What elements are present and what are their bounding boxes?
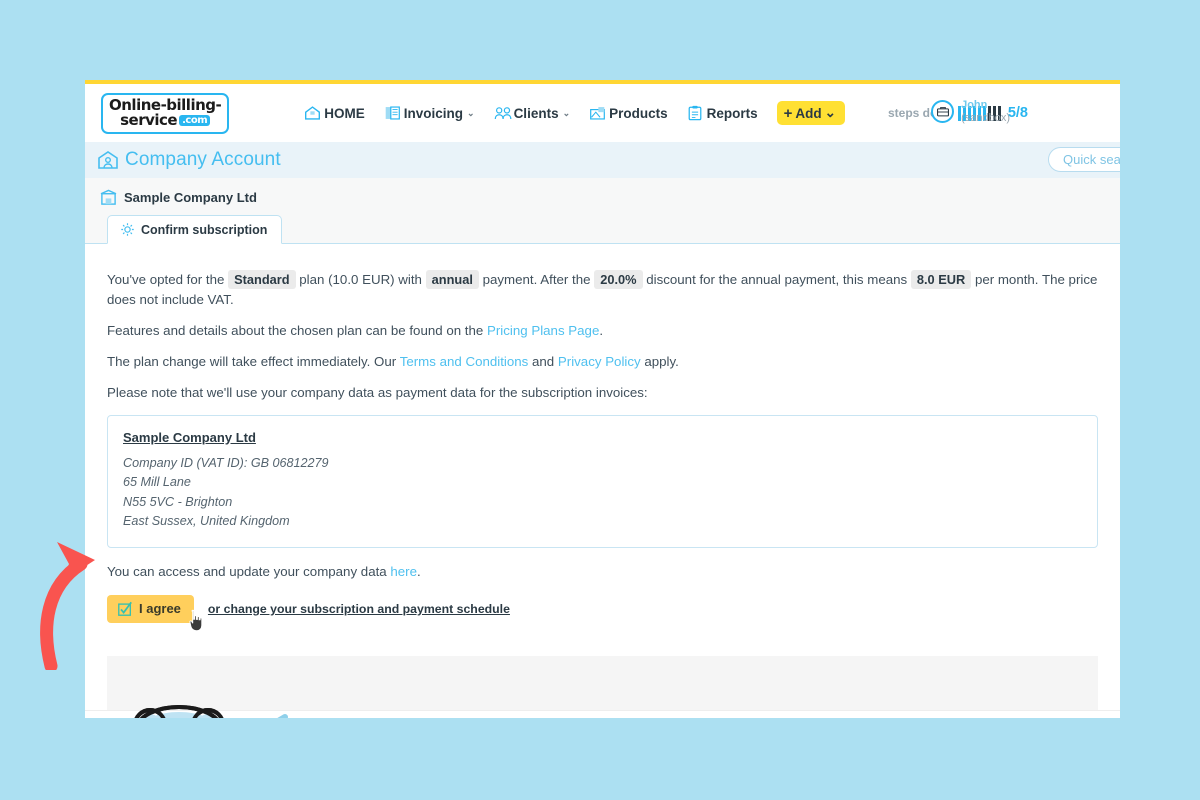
nav-item-invoicing[interactable]: Invoicing ⌄	[384, 105, 475, 121]
nav-item-home-label: HOME	[324, 105, 365, 121]
invoicing-icon	[384, 105, 401, 121]
privacy-policy-link[interactable]: Privacy Policy	[558, 354, 641, 369]
nav-item-products[interactable]: Products	[589, 105, 668, 121]
company-data-box: Sample Company Ltd Company ID (VAT ID): …	[107, 414, 1098, 548]
tab-confirm-subscription[interactable]: Confirm subscription	[107, 215, 283, 244]
add-button[interactable]: + Add ⌄	[776, 101, 845, 125]
chevron-down-icon: ⌄	[824, 105, 836, 120]
agree-button-label: I agree	[139, 601, 181, 617]
summary-part4: discount for the annual payment, this me…	[646, 272, 908, 287]
change-subscription-link[interactable]: or change your subscription and payment …	[208, 602, 510, 616]
nav-item-reports-label: Reports	[706, 105, 758, 121]
nav-item-reports[interactable]: Reports	[687, 105, 758, 121]
company-data-line: N55 5VC - Brighton	[123, 494, 233, 509]
terms-post: apply.	[644, 354, 679, 370]
billing-period-chip: annual	[425, 270, 479, 289]
payment-data-note: Please note that we'll use your company …	[107, 385, 648, 401]
clients-icon	[494, 105, 512, 121]
logo-line2: service .com	[109, 112, 221, 128]
quick-search-placeholder: Quick search	[1063, 152, 1120, 167]
quick-search-input[interactable]: Quick search	[1048, 147, 1120, 172]
here-link[interactable]: here	[390, 564, 417, 579]
bear-mascot-icon	[120, 703, 305, 718]
reports-icon	[687, 105, 704, 121]
terms-text: The plan change will take effect immedia…	[107, 354, 397, 370]
nav-item-products-label: Products	[609, 105, 668, 121]
agree-row: I agree or change your subscription and …	[107, 594, 1098, 632]
user-menu[interactable]: John (sandbox)	[931, 99, 1010, 124]
subscription-summary-line: You've opted for the Standard plan (10.0…	[107, 270, 1098, 309]
features-line: Features and details about the chosen pl…	[107, 321, 1098, 340]
company-data-line: East Sussex, United Kingdom	[123, 514, 290, 529]
nav-item-invoicing-label: Invoicing	[403, 105, 464, 121]
pricing-plans-page-link[interactable]: Pricing Plans Page	[487, 323, 599, 338]
company-data-line: 65 Mill Lane	[123, 475, 191, 490]
logo[interactable]: Online-billing- service .com	[101, 92, 230, 134]
access-company-data-line: You can access and update your company d…	[107, 562, 1098, 581]
logo-tld: .com	[179, 114, 211, 126]
avatar	[931, 100, 955, 124]
checkbox-checked-icon	[117, 601, 133, 617]
nav-item-clients-label: Clients	[513, 105, 559, 121]
app-window: Online-billing- service .com HOME Invoici…	[85, 80, 1120, 718]
summary-part1: You've opted for the	[107, 272, 225, 287]
plus-icon: +	[783, 104, 793, 122]
agree-button[interactable]: I agree	[107, 594, 203, 632]
summary-part3: payment. After the	[482, 272, 591, 287]
chevron-down-icon: ⌄	[467, 107, 475, 118]
nav-items: HOME Invoicing ⌄ Clients ⌄ Products Repo…	[304, 101, 1028, 125]
access-period: .	[417, 563, 421, 579]
footer: What are you invoicing today? Support & …	[85, 704, 1120, 718]
plan-name-chip: Standard	[228, 270, 296, 289]
main-content: You've opted for the Standard plan (10.0…	[85, 244, 1120, 710]
summary-part2: plan (10.0 EUR) with	[299, 272, 422, 287]
nav-item-clients[interactable]: Clients ⌄	[494, 105, 571, 121]
access-text: You can access and update your company d…	[107, 563, 387, 579]
company-row: Sample Company Ltd	[85, 178, 1120, 216]
price-chip: 8.0 EUR	[910, 270, 972, 289]
add-button-label: Add	[795, 105, 822, 121]
features-period: .	[599, 322, 604, 338]
content-spacer	[107, 655, 1098, 710]
terms-mid: and	[532, 354, 555, 370]
user-name-block: John (sandbox)	[961, 99, 1010, 124]
home-icon	[304, 105, 321, 121]
company-data-title: Sample Company Ltd	[123, 429, 256, 445]
tab-strip: Confirm subscription	[85, 215, 1120, 244]
company-account-icon	[97, 150, 119, 170]
tab-label: Confirm subscription	[141, 222, 268, 237]
discount-chip: 20.0%	[594, 270, 643, 289]
user-name: John	[961, 99, 988, 111]
gear-icon	[120, 222, 135, 237]
chevron-down-icon: ⌄	[562, 107, 571, 118]
top-navigation-bar: Online-billing- service .com HOME Invoici…	[85, 84, 1120, 142]
company-data-line: Company ID (VAT ID): GB 06812279	[123, 455, 329, 470]
building-icon	[100, 189, 117, 205]
terms-and-conditions-link[interactable]: Terms and Conditions	[400, 354, 529, 369]
user-mode: (sandbox)	[961, 111, 1010, 124]
steps-count: 5/8	[1007, 105, 1029, 121]
features-text: Features and details about the chosen pl…	[107, 322, 484, 338]
terms-line: The plan change will take effect immedia…	[107, 352, 1098, 371]
page-title: Company Account	[125, 149, 281, 170]
company-name: Sample Company Ltd	[124, 189, 257, 205]
page-title-bar: Company Account Quick search	[85, 142, 1120, 178]
screenshot-stage: Online-billing- service .com HOME Invoici…	[0, 0, 1200, 800]
nav-item-home[interactable]: HOME	[304, 105, 365, 121]
products-icon	[589, 105, 606, 121]
mouse-cursor-icon	[187, 609, 207, 636]
